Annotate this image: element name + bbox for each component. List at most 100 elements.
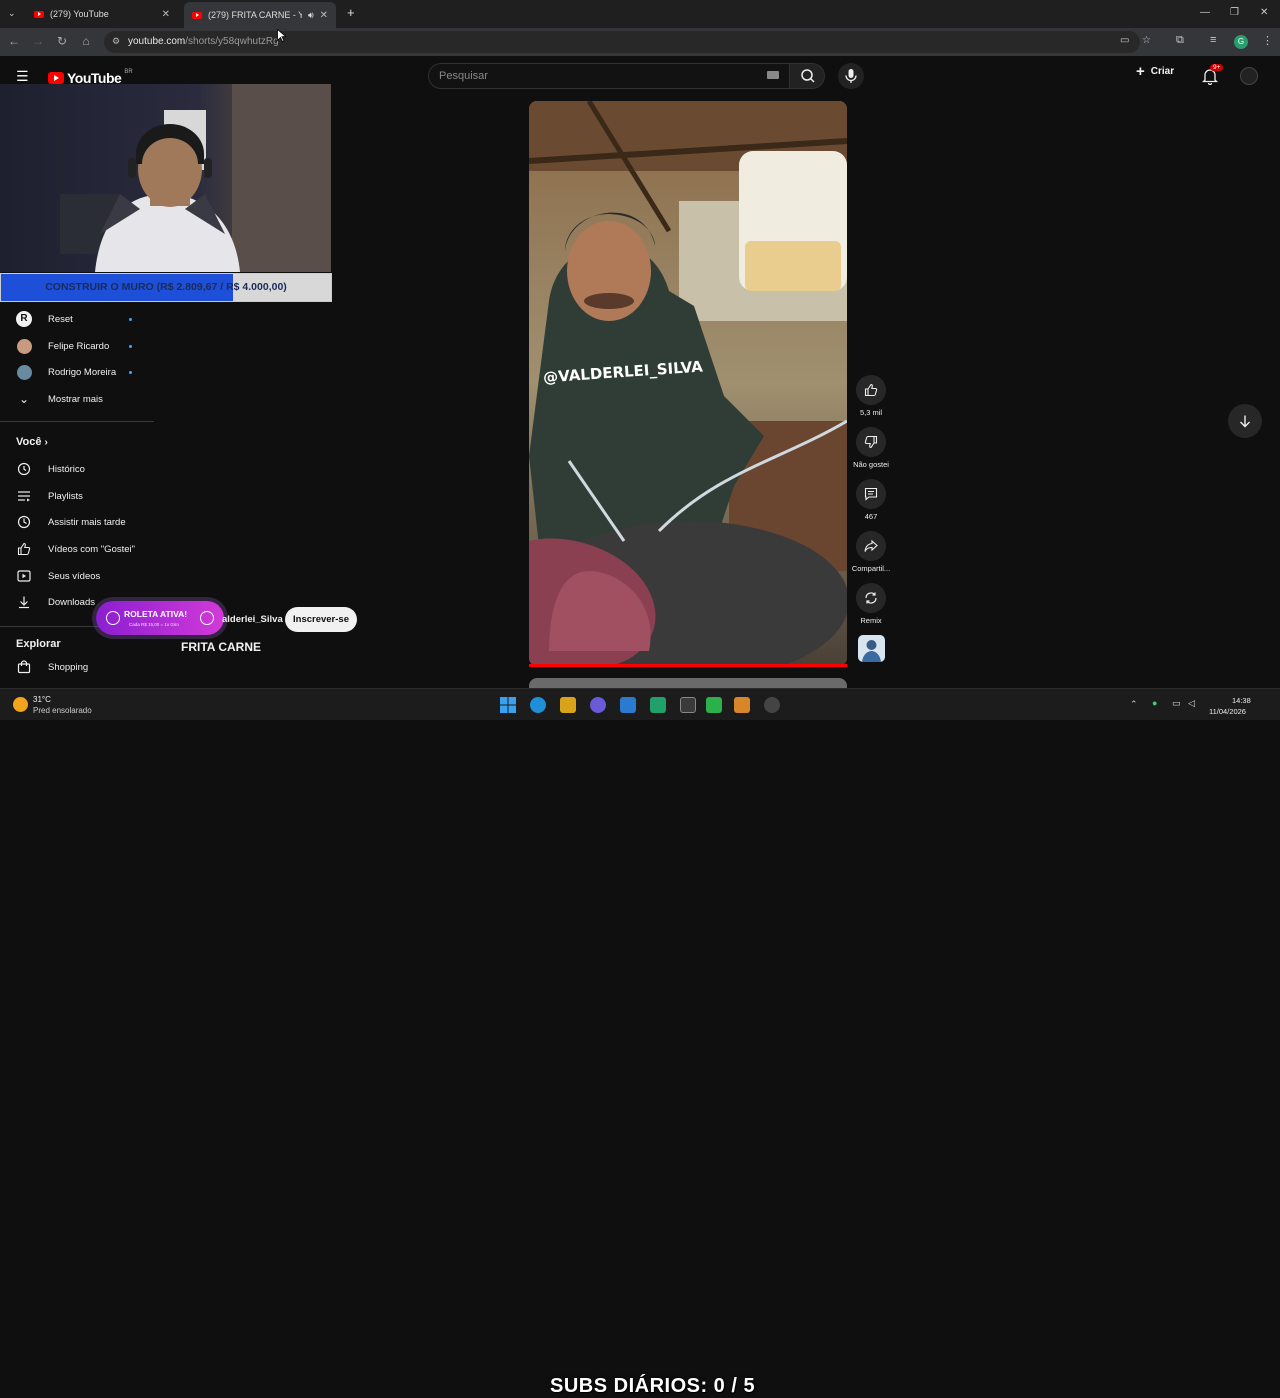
sidebar-item-videos-gostei[interactable]: Vídeos com "Gostei" bbox=[0, 536, 154, 562]
clock-time[interactable]: 14:38 bbox=[1232, 696, 1251, 705]
dislike-button[interactable]: Não gostei bbox=[851, 427, 891, 469]
share-button[interactable]: Compartil... bbox=[851, 531, 891, 573]
donation-goal-bar: CONSTRUIR O MURO (R$ 2.809,67 / R$ 4.000… bbox=[0, 273, 332, 302]
like-button[interactable]: 5,3 mil bbox=[851, 375, 891, 417]
thumbs-up-icon bbox=[16, 541, 32, 557]
hamburger-menu-icon[interactable]: ☰ bbox=[16, 68, 29, 85]
keyboard-icon[interactable] bbox=[767, 71, 779, 79]
sidebar-item-historico[interactable]: Histórico bbox=[0, 456, 154, 482]
minimize-icon[interactable]: — bbox=[1200, 7, 1210, 18]
sidebar-item-label: Histórico bbox=[48, 463, 85, 475]
back-icon[interactable]: ← bbox=[6, 34, 22, 48]
remix-button[interactable]: Remix bbox=[851, 583, 891, 625]
channel-name[interactable]: alderlei_Silva bbox=[222, 614, 283, 625]
next-short-button[interactable] bbox=[1228, 404, 1262, 438]
microphone-tray-icon[interactable]: ● bbox=[1152, 698, 1157, 708]
url-text: youtube.com/shorts/y58qwhutzRg bbox=[128, 36, 279, 47]
create-button[interactable]: + Criar bbox=[1136, 64, 1175, 79]
sidebar-item-reset[interactable]: R Reset bbox=[0, 306, 154, 332]
sidebar-item-felipe-ricardo[interactable]: Felipe Ricardo bbox=[0, 333, 154, 359]
playlist-icon bbox=[16, 488, 32, 504]
sidebar-heading-voce[interactable]: Você › bbox=[16, 436, 48, 448]
comments-button[interactable]: 467 bbox=[851, 479, 891, 521]
chevron-down-icon: ⌄ bbox=[18, 392, 30, 406]
app-icon[interactable] bbox=[706, 697, 722, 713]
site-info-icon[interactable]: ⚙ bbox=[112, 36, 120, 47]
create-label: Criar bbox=[1150, 66, 1175, 77]
profile-avatar[interactable]: G bbox=[1234, 35, 1248, 49]
address-bar[interactable]: ⚙ youtube.com/shorts/y58qwhutzRg ▭ ☆ bbox=[104, 31, 1151, 53]
tab-frita-carne[interactable]: (279) FRITA CARNE - YouTube 🔊︎ ✕ bbox=[184, 2, 336, 28]
close-icon[interactable]: ✕ bbox=[320, 10, 328, 21]
sound-thumbnail[interactable] bbox=[858, 635, 885, 662]
roulette-wheel-icon bbox=[200, 611, 214, 625]
download-icon bbox=[16, 594, 32, 610]
search-input[interactable] bbox=[439, 70, 739, 82]
browser-toolbar: ← → ↻ ⌂ ⚙ youtube.com/shorts/y58qwhutzRg… bbox=[0, 28, 1280, 56]
new-tab-icon[interactable]: + bbox=[347, 5, 355, 20]
media-queue-icon[interactable]: ≡ bbox=[1210, 34, 1216, 46]
cast-icon[interactable]: ▭ bbox=[1120, 35, 1129, 46]
youtube-favicon-icon bbox=[34, 10, 44, 18]
chevron-up-icon[interactable]: ⌃ bbox=[1130, 699, 1138, 710]
roleta-widget: ROLETA ATIVA! Cada R$ 15,00 = 1x Giro bbox=[96, 601, 224, 635]
notifications-button[interactable]: 9+ bbox=[1202, 64, 1224, 85]
search-box bbox=[428, 63, 790, 89]
clock-date[interactable]: 11/04/2026 bbox=[1209, 707, 1246, 716]
sidebar-show-more[interactable]: ⌄ Mostrar mais bbox=[0, 386, 154, 412]
volume-icon[interactable]: ◁ bbox=[1188, 698, 1195, 709]
app-icon[interactable] bbox=[734, 697, 750, 713]
url-domain: youtube.com bbox=[128, 36, 186, 47]
file-explorer-icon[interactable] bbox=[560, 697, 576, 713]
windows-taskbar: 31°C Pred ensolarado SUBS DIÁRIOS: 0 / 5… bbox=[0, 688, 1280, 1397]
channel-avatar-icon bbox=[16, 338, 32, 354]
browser-tab-strip: ⌄ (279) YouTube ✕ (279) FRITA CARNE - Yo… bbox=[0, 0, 1280, 28]
sidebar-item-label: Playlists bbox=[48, 490, 83, 502]
tab-youtube-home[interactable]: (279) YouTube ✕ bbox=[26, 3, 178, 25]
weather-temperature[interactable]: 31°C bbox=[33, 695, 51, 704]
app-icon[interactable] bbox=[650, 697, 666, 713]
new-content-dot bbox=[129, 370, 132, 374]
search-button[interactable] bbox=[789, 63, 825, 89]
heading-text: Você bbox=[16, 436, 42, 448]
kebab-menu-icon[interactable]: ⋮ bbox=[1262, 34, 1273, 47]
tab-search-chevron-icon[interactable]: ⌄ bbox=[8, 8, 16, 19]
home-icon[interactable]: ⌂ bbox=[78, 34, 94, 48]
voice-search-button[interactable] bbox=[838, 63, 864, 89]
video-progress-fill bbox=[529, 664, 847, 667]
streamer-webcam bbox=[0, 84, 331, 272]
comment-icon bbox=[864, 487, 878, 501]
chrome-icon[interactable] bbox=[764, 697, 780, 713]
dislike-label: Não gostei bbox=[853, 460, 889, 469]
mouse-cursor-icon bbox=[277, 29, 286, 42]
forward-icon[interactable]: → bbox=[30, 34, 46, 48]
speaker-icon[interactable]: 🔊︎ bbox=[308, 10, 314, 21]
roleta-subtitle: Cada R$ 15,00 = 1x Giro bbox=[129, 622, 179, 627]
subscribe-button[interactable]: Inscrever-se bbox=[285, 607, 357, 632]
window-close-icon[interactable]: ✕ bbox=[1260, 7, 1268, 18]
video-progress-bar[interactable] bbox=[529, 664, 847, 667]
notification-badge: 9+ bbox=[1210, 64, 1224, 71]
shorts-video-player[interactable]: @VALDERLEI_SILVA bbox=[529, 101, 847, 666]
sidebar-item-shopping[interactable]: Shopping bbox=[0, 654, 154, 680]
bookmark-star-icon[interactable]: ☆ bbox=[1142, 35, 1151, 46]
restore-icon[interactable]: ❐ bbox=[1230, 7, 1239, 18]
weather-description[interactable]: Pred ensolarado bbox=[33, 706, 92, 715]
windows-start-icon[interactable] bbox=[500, 697, 516, 713]
sidebar-heading-explorar: Explorar bbox=[16, 638, 61, 650]
sidebar-item-assistir-mais-tarde[interactable]: Assistir mais tarde bbox=[0, 509, 154, 535]
sidebar-item-rodrigo-moreira[interactable]: Rodrigo Moreira bbox=[0, 359, 154, 385]
app-icon[interactable] bbox=[590, 697, 606, 713]
obs-icon[interactable] bbox=[680, 697, 696, 713]
extensions-icon[interactable]: ⧉ bbox=[1176, 34, 1184, 47]
edge-browser-icon[interactable] bbox=[530, 697, 546, 713]
app-icon[interactable] bbox=[620, 697, 636, 713]
roleta-title: ROLETA ATIVA! bbox=[124, 609, 188, 619]
reload-icon[interactable]: ↻ bbox=[54, 34, 70, 48]
close-icon[interactable]: ✕ bbox=[162, 9, 170, 20]
network-icon[interactable]: ▭ bbox=[1172, 698, 1181, 709]
play-icon bbox=[16, 568, 32, 584]
sidebar-item-playlists[interactable]: Playlists bbox=[0, 483, 154, 509]
account-avatar[interactable] bbox=[1240, 67, 1258, 85]
sidebar-item-seus-videos[interactable]: Seus vídeos bbox=[0, 563, 154, 589]
